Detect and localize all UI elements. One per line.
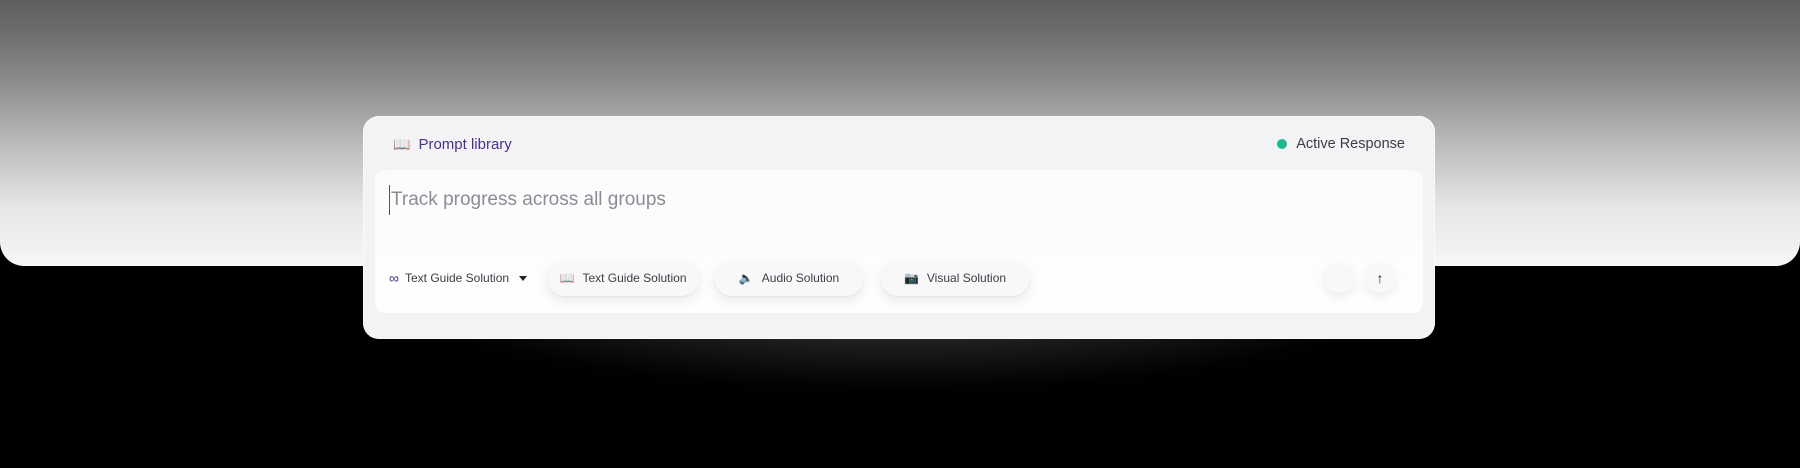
status-dot-icon (1277, 139, 1288, 149)
chip-label: Audio Solution (761, 271, 840, 285)
chip-text-guide-solution[interactable]: 📖 Text Guide Solution (547, 260, 699, 296)
prompt-library-label: Prompt library (418, 136, 512, 153)
chip-label: Visual Solution (926, 271, 1007, 285)
chip-audio-solution[interactable]: 🔈 Audio Solution (714, 260, 864, 296)
voice-input-button[interactable] (1324, 263, 1354, 293)
waveform-icon (1329, 272, 1349, 284)
infinity-icon: ∞ (389, 270, 399, 286)
arrow-up-icon: ↑ (1376, 270, 1384, 286)
speaker-icon: 🔈 (738, 271, 754, 285)
status-label: Active Response (1296, 136, 1405, 152)
mode-selector-dropdown[interactable]: ∞ Text Guide Solution (389, 260, 528, 296)
send-button[interactable]: ↑ (1365, 263, 1395, 293)
prompt-toolbar: ∞ Text Guide Solution 📖 Text Guide Solut… (389, 260, 1409, 296)
status-indicator: Active Response (1277, 136, 1405, 152)
book-icon: 📖 (393, 136, 411, 152)
prompt-input[interactable] (389, 185, 1291, 215)
caret-down-icon (519, 275, 528, 281)
chip-label: Text Guide Solution (582, 271, 687, 285)
card-header: 📖 Prompt library Active Response (393, 136, 1405, 160)
mode-selector-label: Text Guide Solution (404, 271, 510, 285)
prompt-card: 📖 Prompt library Active Response ∞ Text … (363, 116, 1435, 339)
chip-visual-solution[interactable]: 📷 Visual Solution (880, 260, 1030, 296)
camera-icon: 📷 (903, 271, 919, 285)
prompt-library-link[interactable]: 📖 Prompt library (393, 136, 512, 153)
book-icon: 📖 (559, 271, 575, 285)
prompt-panel: ∞ Text Guide Solution 📖 Text Guide Solut… (375, 170, 1423, 313)
